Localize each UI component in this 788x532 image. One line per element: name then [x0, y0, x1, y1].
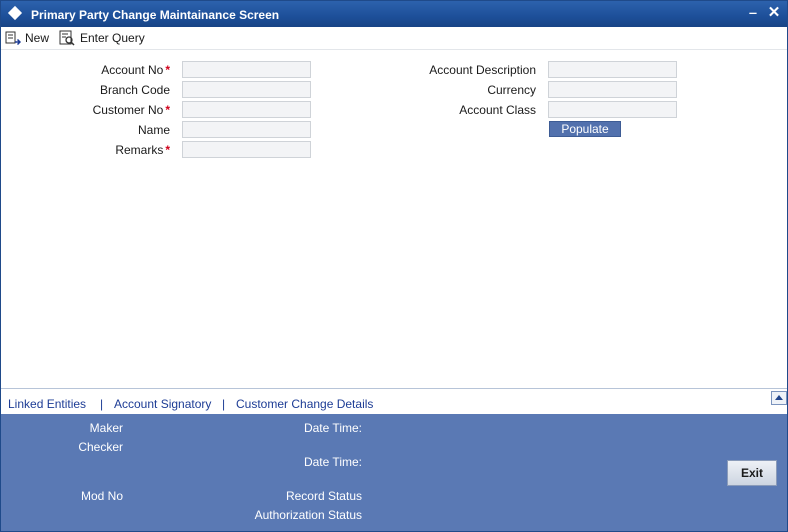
new-label: New: [25, 31, 50, 45]
tab-separator: |: [222, 397, 226, 411]
tab-separator: |: [100, 397, 104, 411]
checker-label: Checker: [78, 440, 123, 454]
account-no-label: Account No *: [10, 63, 170, 77]
currency-label: Currency: [487, 83, 536, 97]
toolbar: New Enter Query: [1, 27, 787, 50]
populate-button[interactable]: Populate: [549, 121, 621, 137]
new-record-icon: [5, 31, 21, 46]
name-input[interactable]: [182, 121, 311, 138]
branch-code-label: Branch Code: [99, 83, 170, 97]
required-marker: *: [165, 63, 170, 77]
account-class-input[interactable]: [548, 101, 677, 118]
account-no-label-text: Account No: [101, 63, 164, 77]
account-description-input[interactable]: [548, 61, 677, 78]
window-title: Primary Party Change Maintainance Screen: [31, 8, 280, 22]
account-class-label: Account Class: [459, 103, 536, 117]
enter-query-label: Enter Query: [80, 31, 145, 45]
required-marker: *: [165, 103, 170, 117]
maker-label: Maker: [89, 421, 123, 435]
mod-no-label: Mod No: [80, 489, 123, 503]
branch-code-input[interactable]: [182, 81, 311, 98]
title-bar: Primary Party Change Maintainance Screen…: [1, 1, 787, 27]
audit-footer: Maker Checker Date Time: Date Time: Mod …: [1, 414, 787, 531]
checker-date-time-label: Date Time:: [303, 455, 362, 469]
maker-date-time-label: Date Time:: [303, 421, 362, 435]
remarks-input[interactable]: [182, 141, 311, 158]
account-description-label: Account Description: [429, 63, 536, 77]
account-no-input[interactable]: [182, 61, 311, 78]
currency-input[interactable]: [548, 81, 677, 98]
customer-no-label: Customer No *: [10, 103, 170, 117]
tab-linked-entities[interactable]: Linked Entities: [8, 397, 86, 411]
enter-query-button[interactable]: Enter Query: [59, 29, 149, 47]
close-icon[interactable]: ✕: [765, 4, 783, 22]
tab-account-signatory[interactable]: Account Signatory: [114, 397, 211, 411]
customer-no-input[interactable]: [182, 101, 311, 118]
sub-screen-tabs: Linked Entities | Account Signatory | Cu…: [1, 388, 787, 415]
minimize-icon[interactable]: ‒: [744, 4, 762, 22]
name-label: Name: [137, 123, 170, 137]
record-status-label: Record Status: [285, 489, 362, 503]
exit-button[interactable]: Exit: [727, 460, 777, 486]
authorization-status-label: Authorization Status: [254, 508, 362, 522]
remarks-label-text: Remarks: [115, 143, 164, 157]
enter-query-icon: [59, 30, 75, 46]
customer-no-label-text: Customer No: [92, 103, 164, 117]
tab-customer-change-details[interactable]: Customer Change Details: [236, 397, 373, 411]
new-button[interactable]: New: [5, 29, 55, 47]
required-marker: *: [165, 143, 170, 157]
app-diamond-icon: [7, 5, 23, 21]
collapse-up-icon[interactable]: [771, 391, 787, 405]
remarks-label: Remarks *: [10, 143, 170, 157]
maintenance-window: Primary Party Change Maintainance Screen…: [0, 0, 788, 532]
